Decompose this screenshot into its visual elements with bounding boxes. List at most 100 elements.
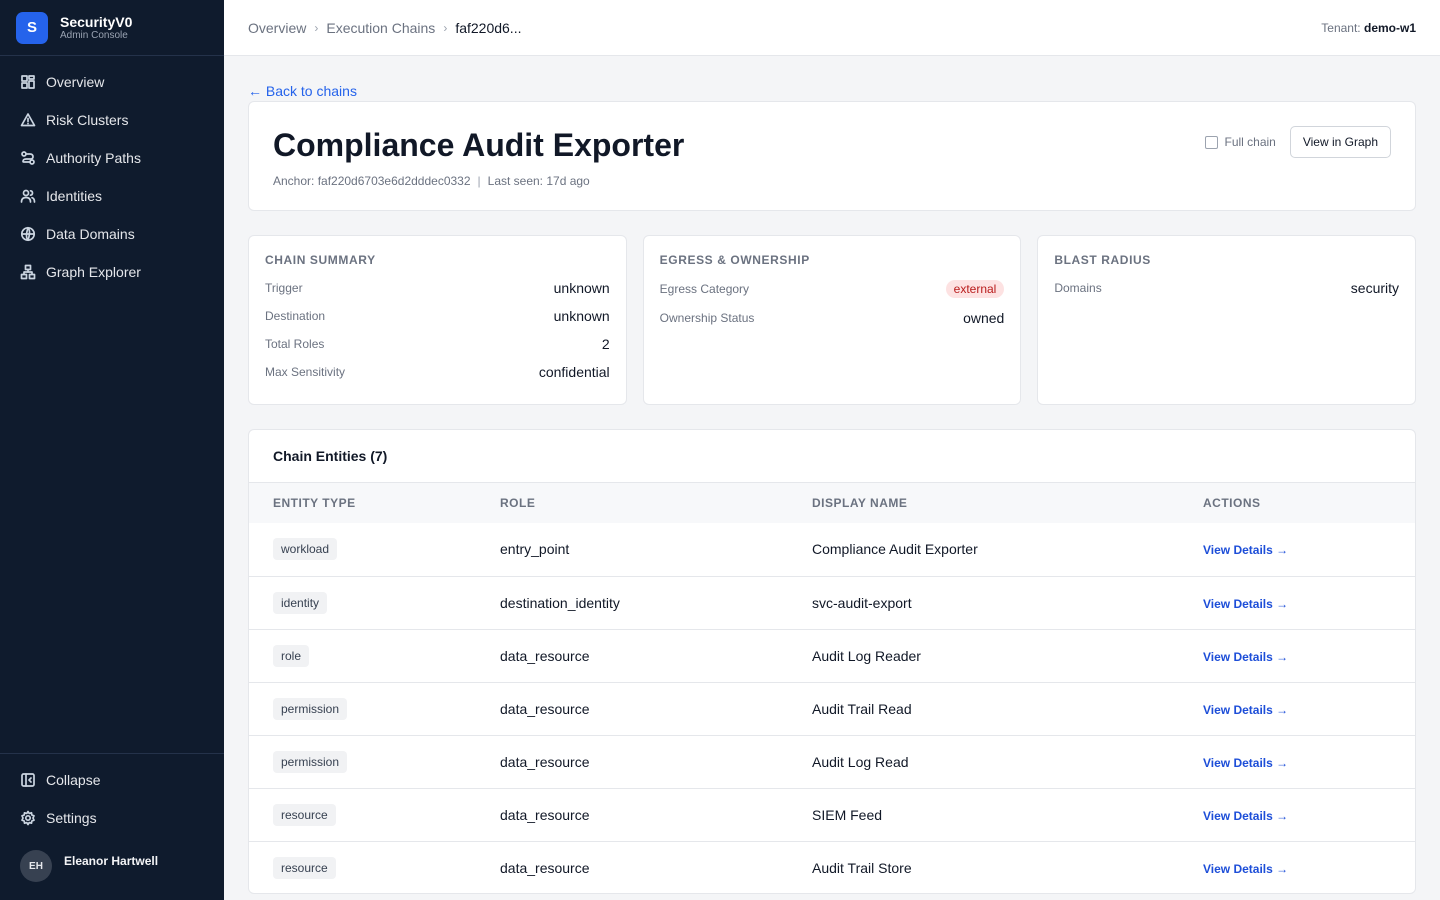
egress-status-badge: external <box>945 279 1005 298</box>
chain-summary-card: CHAIN SUMMARY Trigger unknown Destinatio… <box>248 235 627 405</box>
table-header-row: ENTITY TYPE ROLE DISPLAY NAME ACTIONS <box>249 483 1415 523</box>
kv-key: Ownership Status <box>659 310 755 325</box>
entity-type-chip: identity <box>273 591 328 614</box>
tenant-indicator: Tenant: demo-w1 <box>1321 21 1416 35</box>
sidebar-item-overview[interactable]: Overview <box>0 63 224 101</box>
view-details-link[interactable]: View Details → <box>1203 597 1288 611</box>
summary-row-trigger: Trigger unknown <box>265 274 610 302</box>
entity-display-name: svc-audit-export <box>788 576 1179 630</box>
sidebar: S SecurityV0 Admin Console Overview Risk… <box>0 0 224 900</box>
kv-key: Destination <box>265 309 326 323</box>
chain-entities-table: ENTITY TYPE ROLE DISPLAY NAME ACTIONS wo… <box>249 483 1415 893</box>
sidebar-item-identities[interactable]: Identities <box>0 177 224 215</box>
sidebar-item-label: Data Domains <box>46 226 135 242</box>
kv-value: unknown <box>553 280 610 296</box>
brand-text: SecurityV0 Admin Console <box>60 14 132 42</box>
kv-key: Max Sensitivity <box>265 365 346 379</box>
chain-entities-card: Chain Entities (7) ENTITY TYPE ROLE DISP… <box>248 429 1416 894</box>
entity-display-name: Audit Log Reader <box>788 629 1179 683</box>
kv-value: unknown <box>553 308 610 324</box>
entity-role: data_resource <box>476 629 788 683</box>
kv-value: 2 <box>601 336 610 352</box>
breadcrumb-current: faf220d6... <box>455 19 522 36</box>
sidebar-item-authority-paths[interactable]: Authority Paths <box>0 139 224 177</box>
entity-role: data_resource <box>476 788 788 842</box>
table-row: permission data_resource Audit Trail Rea… <box>249 682 1415 736</box>
chain-entities-title: Chain Entities (7) <box>249 430 1415 483</box>
column-header-role: ROLE <box>500 496 536 510</box>
sidebar-item-label: Overview <box>46 74 105 90</box>
egress-category-row: Egress Category external <box>660 274 1005 303</box>
collapse-button[interactable]: Collapse <box>0 761 224 799</box>
view-details-link[interactable]: View Details → <box>1203 703 1288 717</box>
sidebar-item-label: Authority Paths <box>46 150 141 166</box>
collapse-panel-icon <box>21 773 35 787</box>
view-details-link[interactable]: View Details → <box>1203 809 1288 823</box>
summary-row-total-roles: Total Roles 2 <box>265 330 610 358</box>
globe-icon <box>20 226 36 242</box>
tenant-value: demo-w1 <box>1363 20 1416 35</box>
sidebar-item-label: Identities <box>46 188 103 204</box>
chain-header-card: Compliance Audit Exporter Anchor: faf220… <box>248 101 1416 211</box>
breadcrumb-overview[interactable]: Overview <box>248 20 306 36</box>
route-icon <box>21 151 35 165</box>
graph-icon <box>20 264 36 280</box>
full-chain-toggle[interactable]: Full chain <box>1205 135 1276 149</box>
sidebar-item-risk-clusters[interactable]: Risk Clusters <box>0 101 224 139</box>
chain-summary-title: CHAIN SUMMARY <box>265 253 376 267</box>
blast-radius-title: BLAST RADIUS <box>1054 253 1151 267</box>
entity-role: entry_point <box>476 523 788 577</box>
entity-role: destination_identity <box>476 576 788 630</box>
brand-name: SecurityV0 <box>60 13 133 30</box>
settings-button[interactable]: Settings <box>0 799 224 837</box>
sidebar-item-label: Risk Clusters <box>46 112 129 128</box>
kv-value: owned <box>963 309 1005 326</box>
kv-key: Total Roles <box>265 337 325 351</box>
view-details-link[interactable]: View Details → <box>1203 756 1288 770</box>
sidebar-item-data-domains[interactable]: Data Domains <box>0 215 224 253</box>
domains-row: Domains security <box>1054 274 1399 302</box>
sidebar-item-graph-explorer[interactable]: Graph Explorer <box>0 253 224 291</box>
back-to-chains-link[interactable]: ← Back to chains <box>248 83 357 99</box>
header-actions: Full chain View in Graph <box>1205 126 1391 158</box>
chain-meta: Anchor: faf220d6703e6d2dddec0332 | Last se… <box>273 174 1391 188</box>
blast-radius-list: Domains security <box>1054 274 1399 302</box>
table-row: identity destination_identity svc-audit-… <box>249 576 1415 630</box>
blast-radius-card: BLAST RADIUS Domains security <box>1037 235 1417 405</box>
sidebar-nav: Overview Risk Clusters Authority Paths I… <box>0 56 224 291</box>
view-details-link[interactable]: View Details → <box>1203 862 1288 876</box>
tenant-label: Tenant: <box>1321 20 1361 35</box>
breadcrumb-execution-chains[interactable]: Execution Chains <box>326 20 435 36</box>
user-name: Eleanor Hartwell <box>64 854 159 868</box>
table-row: permission data_resource Audit Log Read … <box>249 735 1415 789</box>
table-row: resource data_resource SIEM Feed View De… <box>249 788 1415 842</box>
ownership-status-row: Ownership Status owned <box>660 303 1005 332</box>
entity-type-chip: resource <box>273 856 336 879</box>
entity-role: data_resource <box>476 735 788 789</box>
column-header-entity-type: ENTITY TYPE <box>273 496 356 510</box>
egress-ownership-title: EGRESS & OWNERSHIP <box>659 253 810 267</box>
last-seen: Last seen: 17d ago <box>487 174 590 188</box>
user-profile[interactable]: EH Eleanor Hartwell <box>0 849 224 883</box>
meta-divider: | <box>477 174 481 188</box>
brand[interactable]: S SecurityV0 Admin Console <box>0 0 224 56</box>
full-chain-checkbox[interactable] <box>1205 135 1219 149</box>
breadcrumb: Overview › Execution Chains › faf220d6..… <box>248 20 521 36</box>
view-details-link[interactable]: View Details → <box>1203 543 1288 557</box>
users-icon <box>20 189 36 203</box>
egress-ownership-card: EGRESS & OWNERSHIP Egress Category exter… <box>642 235 1022 405</box>
view-details-link[interactable]: View Details → <box>1203 650 1288 664</box>
entity-display-name: Audit Trail Read <box>788 682 1179 736</box>
column-header-display-name: DISPLAY NAME <box>812 496 908 510</box>
chevron-right-icon: › <box>314 20 319 35</box>
entity-type-chip: resource <box>273 803 336 826</box>
view-in-graph-button[interactable]: View in Graph <box>1289 126 1391 158</box>
summary-row: CHAIN SUMMARY Trigger unknown Destinatio… <box>248 235 1417 405</box>
collapse-label: Collapse <box>46 772 101 788</box>
chain-summary-list: Trigger unknown Destination unknown Tota… <box>265 274 610 386</box>
sidebar-footer: Collapse Settings EH Eleanor Hartwell <box>0 753 224 900</box>
table-row: workload entry_point Compliance Audit Ex… <box>249 523 1415 577</box>
entity-display-name: SIEM Feed <box>788 788 1179 842</box>
entity-type-chip: workload <box>273 538 338 561</box>
table-row: resource data_resource Audit Trail Store… <box>249 841 1415 893</box>
